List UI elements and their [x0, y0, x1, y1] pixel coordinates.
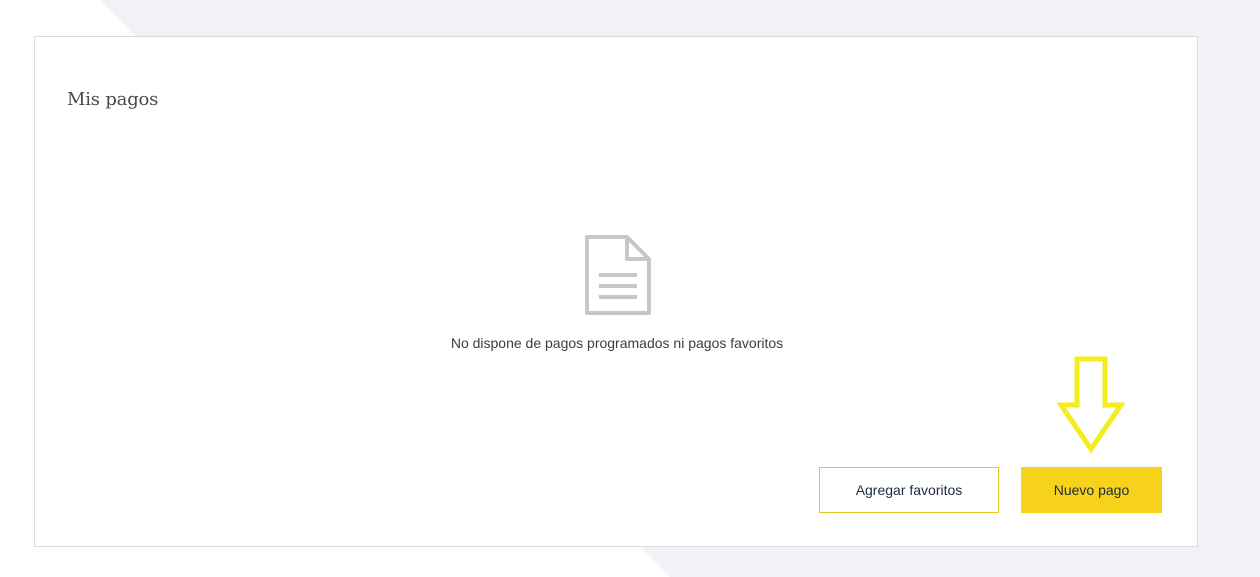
page-title: Mis pagos: [67, 89, 159, 110]
empty-state-message: No dispone de pagos programados ni pagos…: [450, 335, 784, 351]
add-favorites-button[interactable]: Agregar favoritos: [819, 467, 999, 513]
document-icon: [585, 235, 651, 315]
new-payment-button[interactable]: Nuevo pago: [1021, 467, 1162, 513]
down-arrow-icon: [1056, 356, 1126, 454]
page: Mis pagos No dispone de pagos programado…: [0, 0, 1260, 577]
payments-card: Mis pagos No dispone de pagos programado…: [34, 36, 1198, 547]
